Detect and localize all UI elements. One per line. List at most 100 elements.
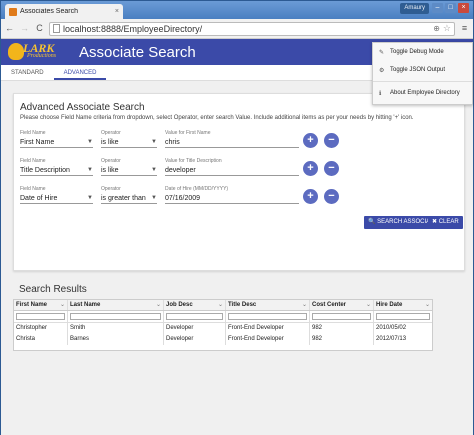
value-label: Date of Hire (MM/DD/YYYY) bbox=[165, 186, 229, 192]
cell: 982 bbox=[310, 334, 374, 345]
add-criteria-button[interactable]: + bbox=[303, 161, 318, 176]
tab-close-icon[interactable]: × bbox=[115, 8, 119, 15]
sort-icon[interactable]: ⌄ bbox=[302, 300, 307, 310]
advanced-search-help: Please choose Field Name criteria from d… bbox=[20, 115, 414, 121]
favicon-icon bbox=[9, 7, 17, 16]
criteria-row: Field Name Date of Hire ▼ Operator is gre… bbox=[20, 186, 460, 208]
forward-arrow-icon[interactable]: → bbox=[19, 23, 30, 34]
menu-item-toggle-json[interactable]: ⚙ Toggle JSON Output bbox=[373, 61, 472, 79]
operator-select[interactable]: Operator is like ▼ bbox=[101, 158, 157, 176]
page-title: Associate Search bbox=[79, 43, 196, 61]
sort-icon[interactable]: ⌄ bbox=[366, 300, 371, 310]
field-name-select[interactable]: Field Name First Name ▼ bbox=[20, 130, 93, 148]
field-name-select[interactable]: Field Name Date of Hire ▼ bbox=[20, 186, 93, 204]
sort-icon[interactable]: ⌄ bbox=[425, 300, 430, 310]
advanced-search-title: Advanced Associate Search bbox=[20, 102, 145, 113]
operator-value: is greater than bbox=[101, 194, 146, 202]
logo: LARK Productions bbox=[1, 39, 67, 65]
filter-input[interactable] bbox=[70, 313, 161, 320]
url-text: localhost:8888/EmployeeDirectory/ bbox=[63, 23, 203, 34]
filter-input[interactable] bbox=[376, 313, 430, 320]
window-controls: – □ × bbox=[432, 3, 469, 13]
maximize-button[interactable]: □ bbox=[445, 3, 456, 13]
cell: Developer bbox=[164, 323, 226, 334]
add-criteria-button[interactable]: + bbox=[303, 133, 318, 148]
table-row[interactable]: Christa Barnes Developer Front-End Devel… bbox=[14, 334, 432, 345]
menu-item-label: Toggle JSON Output bbox=[390, 67, 446, 73]
filter-input[interactable] bbox=[312, 313, 371, 320]
close-window-button[interactable]: × bbox=[458, 3, 469, 13]
menu-divider bbox=[373, 81, 472, 82]
browser-toolbar: ← → C localhost:8888/EmployeeDirectory/ … bbox=[1, 19, 473, 39]
menu-item-toggle-debug[interactable]: ✎ Toggle Debug Mode bbox=[373, 43, 472, 61]
results-table: First Name ⌄ Last Name ⌄ Job Desc ⌄ Title D… bbox=[13, 299, 433, 351]
browser-titlebar: Associates Search × Amaury – □ × bbox=[1, 1, 473, 19]
value-text: 07/16/2009 bbox=[165, 194, 201, 202]
tab-standard[interactable]: STANDARD bbox=[1, 65, 54, 80]
column-header-first-name[interactable]: First Name ⌄ bbox=[14, 300, 68, 310]
profile-badge[interactable]: Amaury bbox=[400, 3, 429, 14]
column-header-last-name[interactable]: Last Name ⌄ bbox=[68, 300, 164, 310]
back-arrow-icon[interactable]: ← bbox=[4, 23, 15, 34]
value-input[interactable]: Value for Title Description developer bbox=[165, 158, 299, 176]
reload-icon[interactable]: C bbox=[34, 23, 45, 34]
clear-button[interactable]: ✖ CLEAR bbox=[428, 216, 463, 229]
field-name-label: Field Name bbox=[20, 130, 46, 136]
browser-menu-icon[interactable]: ≡ bbox=[459, 23, 470, 34]
chevron-down-icon: ▼ bbox=[151, 139, 157, 145]
value-input[interactable]: Value for First Name chris bbox=[165, 130, 299, 148]
table-row[interactable]: Christopher Smith Developer Front-End De… bbox=[14, 323, 432, 334]
sort-icon[interactable]: ⌄ bbox=[156, 300, 161, 310]
minimize-button[interactable]: – bbox=[432, 3, 443, 13]
remove-criteria-button[interactable]: − bbox=[324, 189, 339, 204]
remove-criteria-button[interactable]: − bbox=[324, 161, 339, 176]
operator-value: is like bbox=[101, 166, 119, 174]
menu-item-label: About Employee Directory bbox=[390, 90, 460, 96]
page-icon bbox=[53, 24, 60, 33]
field-name-select[interactable]: Field Name Title Description ▼ bbox=[20, 158, 93, 176]
criteria-row: Field Name First Name ▼ Operator is like ▼… bbox=[20, 130, 460, 152]
column-header-hire-date[interactable]: Hire Date ⌄ bbox=[374, 300, 432, 310]
field-name-value: First Name bbox=[20, 138, 55, 146]
address-bar[interactable]: localhost:8888/EmployeeDirectory/ ⊕ ☆ bbox=[49, 21, 455, 36]
column-header-cost-center[interactable]: Cost Center ⌄ bbox=[310, 300, 374, 310]
tab-advanced[interactable]: ADVANCED bbox=[53, 65, 107, 80]
tab-title: Associates Search bbox=[20, 8, 78, 15]
operator-select[interactable]: Operator is like ▼ bbox=[101, 130, 157, 148]
sort-icon[interactable]: ⌄ bbox=[218, 300, 223, 310]
add-criteria-button[interactable]: + bbox=[303, 189, 318, 204]
table-header: First Name ⌄ Last Name ⌄ Job Desc ⌄ Title D… bbox=[14, 300, 432, 311]
field-name-value: Date of Hire bbox=[20, 194, 58, 202]
sort-icon[interactable]: ⌄ bbox=[60, 300, 65, 310]
browser-tab[interactable]: Associates Search × bbox=[5, 4, 123, 19]
filter-input[interactable] bbox=[16, 313, 65, 320]
clear-button-label: CLEAR bbox=[438, 219, 459, 225]
cell: 982 bbox=[310, 323, 374, 334]
cell: 2010/05/02 bbox=[376, 325, 407, 331]
browser-window: Associates Search × Amaury – □ × ← → C l… bbox=[0, 0, 474, 435]
value-text: chris bbox=[165, 138, 180, 146]
chevron-down-icon: ▼ bbox=[87, 195, 93, 201]
cell: Front-End Developer bbox=[226, 323, 310, 334]
remove-criteria-button[interactable]: − bbox=[324, 133, 339, 148]
menu-item-about[interactable]: ℹ About Employee Directory bbox=[373, 84, 472, 102]
cell: Developer bbox=[164, 334, 226, 345]
criteria-row: Field Name Title Description ▼ Operator i… bbox=[20, 158, 460, 180]
cell: Smith bbox=[68, 323, 164, 334]
chevron-down-icon: ▼ bbox=[87, 139, 93, 145]
chevron-down-icon: ▼ bbox=[151, 195, 157, 201]
results-title: Search Results bbox=[19, 284, 87, 295]
field-name-value: Title Description bbox=[20, 166, 70, 174]
bookmark-star-icon[interactable]: ☆ bbox=[443, 23, 451, 34]
date-input[interactable]: Date of Hire (MM/DD/YYYY) 07/16/2009 bbox=[165, 186, 299, 204]
app-options-menu: ✎ Toggle Debug Mode ⚙ Toggle JSON Output… bbox=[372, 42, 473, 105]
filter-input[interactable] bbox=[228, 313, 307, 320]
zoom-icon[interactable]: ⊕ bbox=[433, 24, 440, 33]
lark-logo-icon bbox=[8, 43, 24, 60]
clear-icon: ✖ bbox=[432, 219, 438, 225]
cell: Christopher bbox=[14, 323, 68, 334]
filter-input[interactable] bbox=[166, 313, 223, 320]
column-header-job-desc[interactable]: Job Desc ⌄ bbox=[164, 300, 226, 310]
operator-select[interactable]: Operator is greater than ▼ bbox=[101, 186, 157, 204]
column-header-title-desc[interactable]: Title Desc ⌄ bbox=[226, 300, 310, 310]
